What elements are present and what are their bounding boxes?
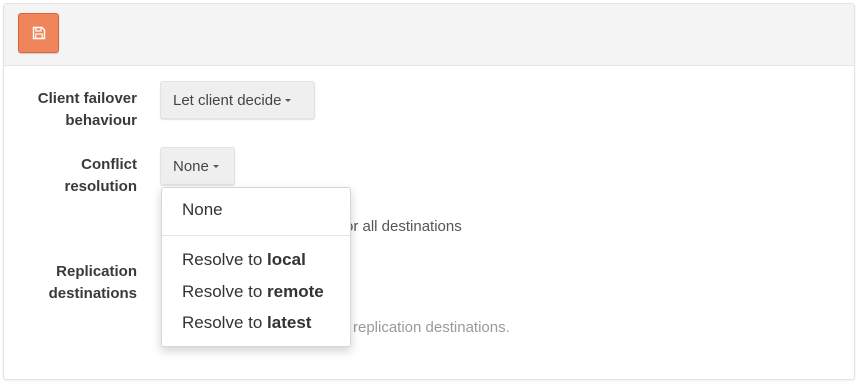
client-failover-value: Let client decide <box>173 91 282 109</box>
client-failover-label-line1: Client failover <box>37 90 137 107</box>
replication-destinations-label: Replication destinations <box>49 261 137 305</box>
menu-item-none[interactable]: None <box>182 200 223 220</box>
save-button[interactable] <box>18 13 59 53</box>
client-failover-label-line2: behaviour <box>65 112 137 129</box>
conflict-resolution-hint: or all destinations <box>345 218 462 235</box>
caret-down-icon <box>285 98 292 102</box>
conflict-resolution-label-line1: Conflict <box>81 156 137 173</box>
toolbar <box>4 4 854 66</box>
client-failover-dropdown[interactable]: Let client decide <box>160 81 315 119</box>
conflict-resolution-label: Conflict resolution <box>64 154 137 198</box>
caret-down-icon <box>212 164 219 168</box>
menu-item-resolve-local[interactable]: Resolve to local <box>182 250 306 270</box>
conflict-resolution-dropdown[interactable]: None <box>160 147 235 185</box>
client-failover-label: Client failover behaviour <box>38 88 137 132</box>
menu-item-resolve-remote[interactable]: Resolve to remote <box>182 282 324 302</box>
replication-destinations-label-line2: destinations <box>48 285 137 302</box>
floppy-disk-icon <box>32 26 45 40</box>
conflict-resolution-label-line2: resolution <box>64 178 137 195</box>
replication-destinations-label-line1: Replication <box>56 263 137 280</box>
conflict-resolution-menu: None Resolve to local Resolve to remote … <box>161 187 351 347</box>
menu-divider <box>162 235 350 236</box>
conflict-resolution-value: None <box>173 157 209 175</box>
menu-item-resolve-latest[interactable]: Resolve to latest <box>182 313 311 333</box>
replication-destinations-hint: replication destinations. <box>353 319 510 336</box>
